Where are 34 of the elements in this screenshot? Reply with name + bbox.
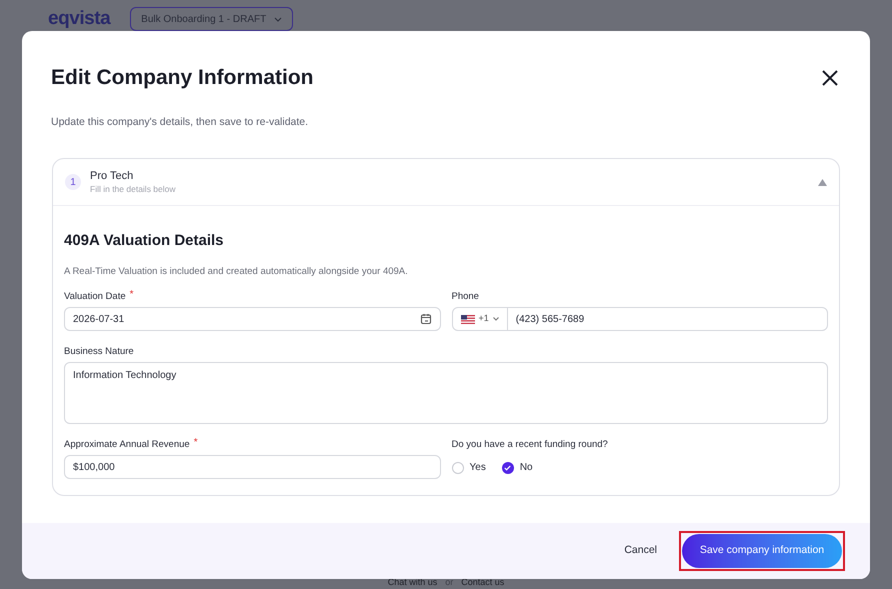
check-icon [504,464,512,470]
field-label: Do you have a recent funding round? [452,439,608,451]
logo: eqvista [48,7,110,31]
chevron-down-icon [274,16,282,22]
field-label: Business Nature [64,346,134,358]
business-nature-field[interactable]: Information Technology [64,362,828,424]
save-button[interactable]: Save company information [682,534,842,568]
cancel-button[interactable]: Cancel [620,537,661,565]
dialog-title: Edit Company Information [51,65,314,91]
radio-option[interactable]: No [502,460,533,475]
phone-field[interactable]: (423) 565-7689 [508,312,827,326]
step-number: 1 [65,174,81,190]
field-label: Approximate Annual Revenue [64,439,190,451]
required-asterisk: * [194,439,198,447]
chevron-down-icon [492,317,499,321]
radio-option[interactable]: Yes [452,460,486,475]
section-title: 409A Valuation Details [64,231,225,252]
company-header[interactable]: 1 Pro Tech Fill in the details below [53,159,839,206]
calendar-icon[interactable] [420,313,432,325]
dialog-subtitle: Update this company's details, then save to re-validate. [51,114,310,130]
radio-button[interactable] [452,462,464,474]
field-label: Phone [452,291,479,303]
company-hint: Fill in the details below [90,182,176,196]
close-icon[interactable] [822,70,838,86]
date-field[interactable]: 2026-07-31 [64,307,440,331]
company-name: Pro Tech [90,168,134,183]
section-description: A Real-Time Valuation is included and created automatically alongside your 409A. [64,264,409,279]
flag-icon [460,314,474,324]
country-code-select[interactable]: +1 [452,308,508,330]
collapse-triangle-icon[interactable] [818,178,827,186]
field-label: Valuation Date [64,291,126,303]
required-asterisk: * [130,291,134,299]
revenue-field[interactable]: $100,000 [64,455,440,479]
radio-button[interactable] [502,462,514,474]
